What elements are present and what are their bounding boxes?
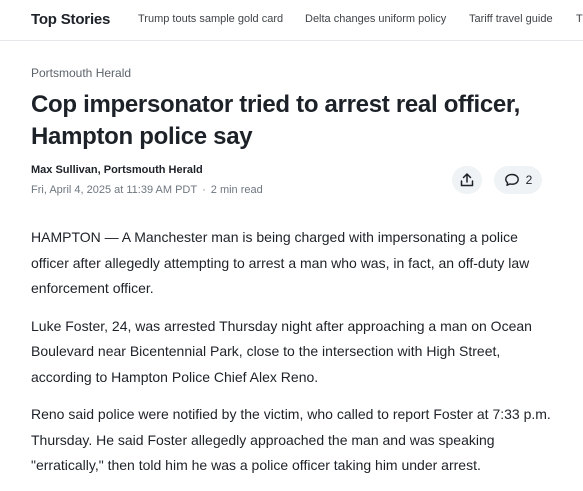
top-nav-bar: Top Stories Trump touts sample gold card… xyxy=(0,0,583,41)
article-paragraph: Luke Foster, 24, was arrested Thursday n… xyxy=(31,317,532,385)
share-icon xyxy=(460,173,474,187)
article-paragraph: Reno said police were notified by the vi… xyxy=(31,406,551,473)
article-source[interactable]: Portsmouth Herald xyxy=(31,66,131,80)
article-body: HAMPTON — A Manchester man is being char… xyxy=(31,225,556,491)
comments-button[interactable]: 2 xyxy=(494,166,542,194)
article-date: Fri, April 4, 2025 at 11:39 AM PDT xyxy=(31,184,198,196)
share-button[interactable] xyxy=(452,166,482,194)
comment-icon xyxy=(504,173,519,186)
article-byline[interactable]: Max Sullivan, Portsmouth Herald xyxy=(31,164,203,176)
nav-link-tariff-travel[interactable]: Tariff travel guide xyxy=(469,13,553,25)
nav-link-trump-gold-card[interactable]: Trump touts sample gold card xyxy=(138,13,283,25)
article-headline: Cop impersonator tried to arrest real of… xyxy=(31,91,520,150)
comment-count: 2 xyxy=(525,173,533,187)
article-paragraph: HAMPTON — A Manchester man is being char… xyxy=(31,229,530,296)
nav-link-truncated[interactable]: T xyxy=(576,13,583,25)
top-stories-link[interactable]: Top Stories xyxy=(31,11,110,28)
read-time: 2 min read xyxy=(210,184,263,196)
article-meta: Fri, April 4, 2025 at 11:39 AM PDT · 2 min… xyxy=(31,184,263,196)
meta-separator: · xyxy=(202,184,206,196)
nav-link-delta-uniform[interactable]: Delta changes uniform policy xyxy=(305,13,446,25)
